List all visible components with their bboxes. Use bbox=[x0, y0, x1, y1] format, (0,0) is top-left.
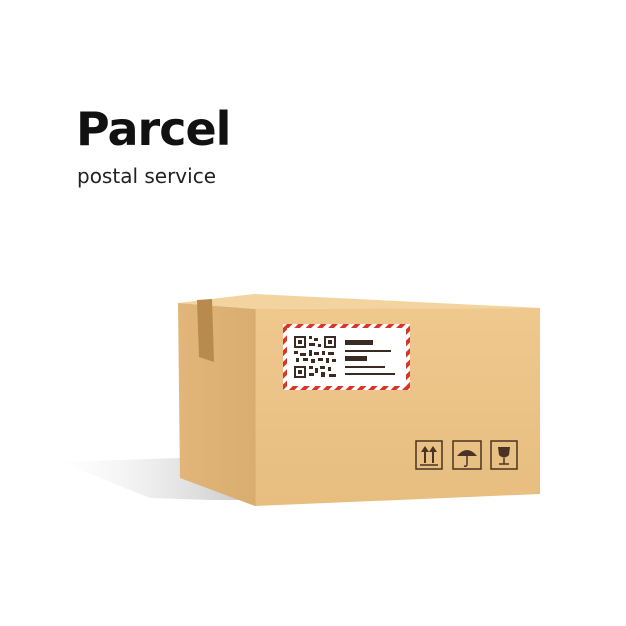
box-side bbox=[178, 303, 255, 506]
parcel-illustration bbox=[60, 294, 540, 506]
shipping-label bbox=[283, 324, 410, 390]
box-tape bbox=[197, 299, 214, 362]
label-line bbox=[345, 340, 373, 345]
box-top bbox=[178, 294, 540, 309]
label-line bbox=[345, 366, 385, 368]
label-line bbox=[345, 356, 367, 361]
label-line bbox=[345, 350, 391, 352]
label-line bbox=[345, 373, 395, 375]
